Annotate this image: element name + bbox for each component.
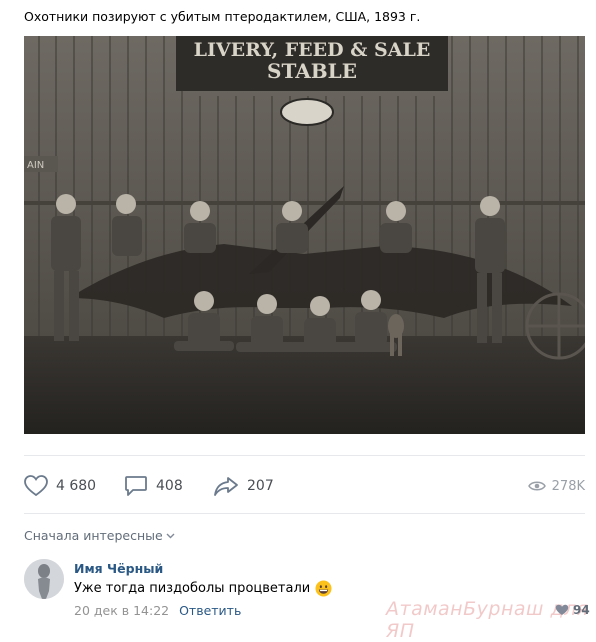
pterodactyl-photo-illustration: LIVERY, FEED & SALE STABLE AIN — [24, 36, 585, 434]
post-photo[interactable]: LIVERY, FEED & SALE STABLE AIN — [24, 36, 585, 434]
comment-icon — [125, 476, 147, 496]
comment-text: Уже тогда пиздоболы процветали — [74, 580, 332, 597]
sign-line1: LIVERY, FEED & SALE — [194, 39, 431, 61]
eye-icon — [527, 481, 546, 491]
share-icon — [214, 477, 238, 496]
heart-icon — [555, 604, 569, 615]
sort-label: Сначала интересные — [24, 528, 163, 543]
likes-count: 4 680 — [56, 478, 97, 494]
views-count: 278K — [551, 478, 585, 494]
comments-sort-dropdown[interactable]: Сначала интересные — [24, 528, 175, 543]
reply-link[interactable]: Ответить — [179, 603, 241, 618]
comment-author[interactable]: Имя Чёрный — [74, 561, 163, 576]
divider-top — [24, 455, 585, 456]
comment-meta: 20 дек в 14:22 Ответить — [74, 603, 241, 618]
share-button[interactable]: 207 — [213, 472, 274, 500]
comment-like-button[interactable]: 94 — [555, 603, 590, 617]
post-text: Охотники позируют с убитым птеродактилем… — [24, 9, 421, 24]
divider-bottom — [24, 513, 585, 514]
comments-count: 408 — [156, 478, 183, 494]
like-button[interactable]: 4 680 — [24, 472, 96, 500]
comment-likes-count: 94 — [573, 603, 590, 617]
heart-icon — [24, 475, 48, 497]
chevron-down-icon — [166, 533, 175, 538]
post-actions: 4 680 408 207 278K — [24, 472, 585, 500]
views-counter: 278K — [527, 472, 585, 500]
comment-body: Уже тогда пиздоболы процветали — [74, 581, 311, 596]
alien-figure-icon — [24, 559, 64, 599]
shares-count: 207 — [247, 478, 274, 494]
grinning-emoji-icon — [315, 580, 332, 597]
side-sign: AIN — [27, 160, 44, 171]
avatar[interactable] — [24, 559, 64, 599]
comment-date: 20 дек в 14:22 — [74, 603, 170, 618]
comment-button[interactable]: 408 — [124, 472, 183, 500]
sign-line2: STABLE — [267, 59, 357, 83]
